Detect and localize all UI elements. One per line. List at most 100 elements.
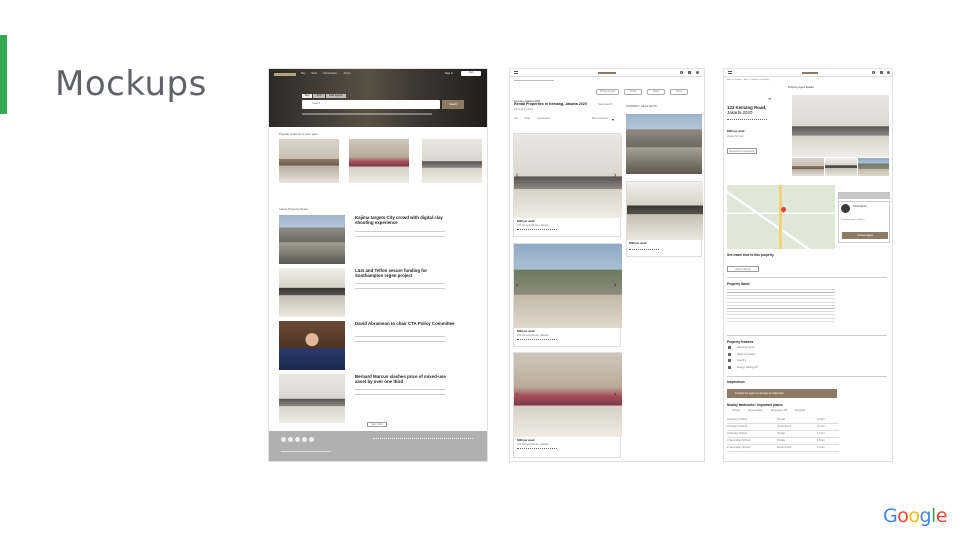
join-button[interactable]: Join (461, 71, 481, 76)
chevron-right-icon[interactable]: › (614, 172, 616, 179)
account-icon[interactable] (887, 71, 890, 74)
features-list: Rental property Rooms & tables Laundry E… (728, 346, 758, 369)
tab-shopping-mall[interactable]: Shopping mall (771, 409, 787, 413)
news-photo[interactable] (279, 321, 345, 370)
news-title[interactable]: L&G and Telfon secure funding for Southa… (355, 268, 455, 279)
listing-card[interactable]: ‹ › $300 per week 123 Kemang Road, Jakar… (513, 243, 622, 347)
address-line2: Jakarta 2020 (727, 110, 753, 115)
search-input[interactable]: Search (302, 100, 440, 109)
top-bar (724, 69, 892, 77)
news-photo[interactable] (279, 268, 345, 317)
menu-icon[interactable] (728, 71, 732, 74)
chevron-right-icon[interactable]: › (614, 282, 616, 289)
property-photo[interactable] (279, 139, 339, 183)
gallery-thumb[interactable] (858, 158, 889, 176)
request-inspection-button[interactable]: Request an inspection (727, 148, 757, 154)
view-tabs: List Map Inspections (514, 117, 550, 121)
gallery-thumb[interactable] (792, 158, 824, 176)
contact-agent-button[interactable]: Contact agent (842, 232, 888, 239)
divider (727, 376, 887, 377)
search-icon[interactable] (680, 71, 683, 74)
gallery-thumb[interactable] (825, 158, 857, 176)
filter-beds[interactable]: Beds (647, 89, 666, 95)
chevron-right-icon[interactable]: › (614, 391, 616, 398)
listing-card[interactable]: ‹ › $300 per week 123 Kemang Road, Jakar… (513, 133, 622, 237)
gallery-main-photo[interactable] (792, 95, 889, 157)
tab-rent[interactable]: Rent (313, 94, 325, 98)
see-more-button[interactable]: See more (367, 422, 387, 427)
listing-photo[interactable] (514, 134, 622, 218)
logo-letter: G (883, 505, 898, 527)
search-tabs: Buy Rent Sold agents (302, 94, 346, 98)
chevron-down-icon[interactable]: ▾ (612, 118, 614, 122)
nav-item[interactable]: About (344, 72, 351, 76)
youtube-icon[interactable] (302, 437, 307, 442)
chevron-left-icon[interactable]: ‹ (516, 282, 518, 289)
map-pin-icon[interactable] (779, 205, 788, 214)
arrange-inspection-button[interactable]: Contact the agent to arrange an inspecti… (727, 389, 837, 398)
news-photo[interactable] (279, 215, 345, 264)
tab-inspections[interactable]: Inspections (537, 117, 550, 121)
highlight-photo[interactable] (626, 114, 702, 174)
news-photo[interactable] (279, 374, 345, 423)
table-cell: 2.3 km (817, 446, 825, 450)
agent-name[interactable]: Annie Ernst (853, 205, 866, 209)
chevron-left-icon[interactable]: ‹ (516, 391, 518, 398)
nav-item[interactable]: Rent (311, 72, 316, 76)
add-location-button[interactable]: Add locations (727, 266, 759, 272)
property-photo[interactable] (422, 139, 482, 183)
highlight-price: $300 per week (629, 242, 647, 245)
menu-icon[interactable] (514, 71, 518, 74)
save-search-button[interactable]: Save search (598, 103, 612, 107)
tab-buy[interactable]: Buy (302, 94, 313, 98)
nav-item[interactable]: Buy (301, 72, 305, 76)
twitter-icon[interactable] (288, 437, 293, 442)
tab-list[interactable]: List (514, 117, 518, 121)
search-button[interactable]: Search (442, 100, 464, 109)
logo-letter: e (935, 505, 948, 527)
travel-heading: See travel time to this property (727, 253, 774, 257)
brand-logo[interactable] (598, 72, 616, 74)
tab-map[interactable]: Map (525, 117, 530, 121)
filter-price[interactable]: Price (624, 89, 643, 95)
tab-supermarket[interactable]: Supermarket (748, 409, 763, 413)
news-title[interactable]: Bernard Marcus slashes price of mixed-us… (355, 374, 455, 385)
breadcrumb[interactable]: Back to results > Rent > Jakarta > Keman… (727, 79, 769, 82)
listing-photo[interactable] (514, 244, 622, 328)
highlight-photo[interactable] (627, 182, 703, 240)
share-icon[interactable]: ⋖ (768, 97, 771, 101)
filter-property-type[interactable]: Property type (596, 89, 620, 95)
listing-card[interactable]: ‹ › $300 per week 123 Kemang Road, Jakar… (513, 352, 622, 458)
table-row: A Secondary School Private 1.8 km (727, 438, 839, 445)
nav-item[interactable]: Sell property (323, 72, 338, 76)
feature-item: Rooms & tables (737, 352, 756, 356)
account-icon[interactable] (696, 71, 699, 74)
instagram-icon[interactable] (295, 437, 300, 442)
home-icon[interactable] (688, 71, 691, 74)
listing-price: $300 per week (517, 439, 535, 442)
tab-hospital[interactable]: Hospital (795, 409, 804, 413)
highlight-card[interactable]: $300 per week (626, 181, 703, 257)
news-title[interactable]: Kajima targets City crowd with digital c… (355, 215, 455, 226)
linkedin-icon[interactable] (309, 437, 314, 442)
facebook-icon[interactable] (281, 437, 286, 442)
news-heading: Latest Property News (279, 207, 308, 211)
table-cell: A Secondary School (727, 439, 751, 443)
tab-school[interactable]: School (732, 409, 740, 413)
search-input[interactable]: Kemang, Jakarta 2020 (514, 89, 584, 103)
chevron-left-icon[interactable]: ‹ (516, 172, 518, 179)
table-cell: A Primary School (727, 432, 747, 436)
brand-logo[interactable] (274, 73, 296, 76)
location-map[interactable] (727, 185, 835, 249)
filter-more[interactable]: More (670, 89, 689, 95)
sign-in-link[interactable]: Sign in (445, 72, 453, 76)
news-title[interactable]: David Abramson to chair CTA Policy Commi… (355, 321, 455, 326)
property-photo[interactable] (349, 139, 409, 183)
listing-photo[interactable] (514, 353, 622, 437)
brand-logo[interactable] (802, 72, 818, 74)
tab-sold[interactable]: Sold agents (325, 94, 346, 98)
search-icon[interactable] (872, 71, 875, 74)
home-icon[interactable] (880, 71, 883, 74)
property-type: House for rent (727, 135, 744, 138)
highlight-features (629, 249, 659, 252)
